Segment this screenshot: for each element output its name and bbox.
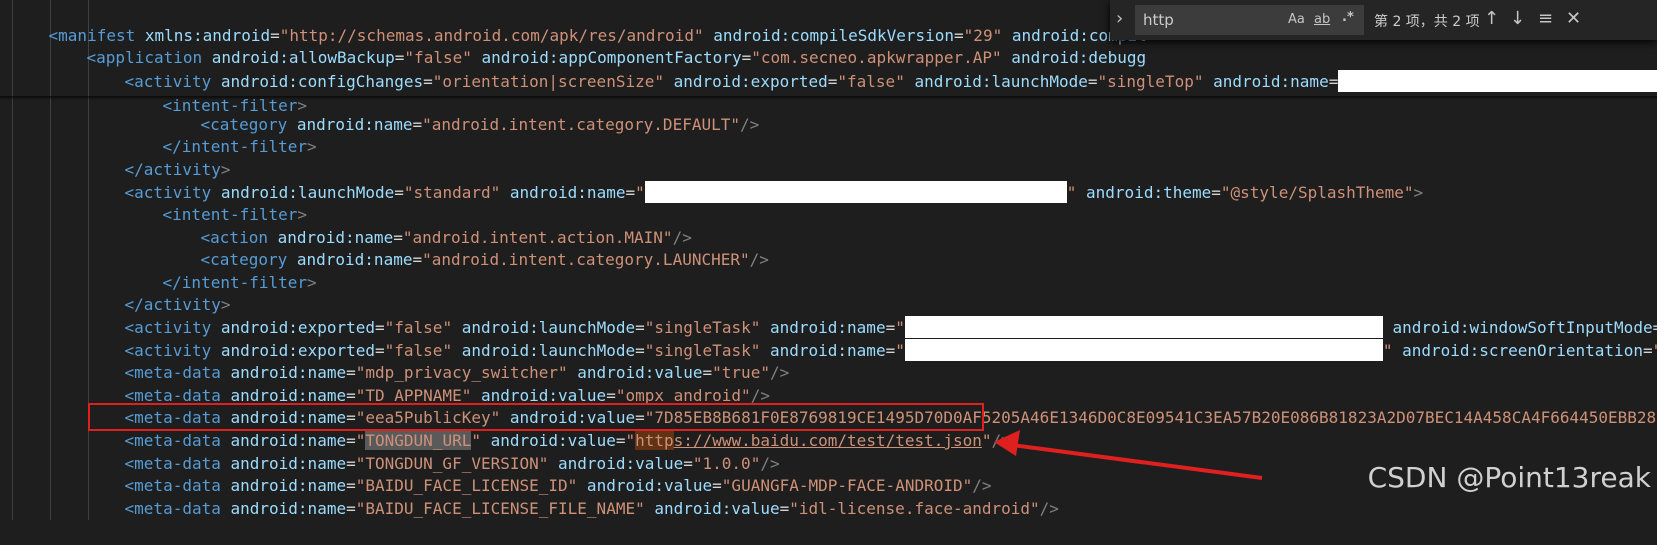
- code-line-10: <action android:name="android.intent.act…: [162, 202, 692, 247]
- token: "false": [837, 72, 905, 91]
- token: android:name: [500, 183, 626, 202]
- token: <meta-data: [124, 499, 221, 518]
- code-line-3: <activity android:configChanges="orienta…: [86, 46, 1657, 92]
- toggle-replace-chevron-icon[interactable]: ›: [1116, 8, 1123, 29]
- token: ": [1382, 341, 1393, 360]
- token: android:name: [1203, 72, 1329, 91]
- code-line-21: <meta-data android:name="BAIDU_FACE_LICE…: [86, 450, 992, 495]
- token: />: [1039, 499, 1059, 518]
- code-line-8: <activity android:launchMode="standard" …: [86, 157, 1423, 203]
- token: ": [1653, 341, 1657, 360]
- token: =: [1642, 341, 1653, 360]
- token: =: [412, 250, 423, 269]
- close-icon[interactable]: ✕: [1566, 8, 1581, 29]
- token: />: [769, 363, 790, 382]
- find-input-value: http: [1143, 11, 1174, 29]
- next-match-icon[interactable]: ↓: [1510, 8, 1525, 29]
- token: />: [749, 250, 769, 269]
- token: "android.intent.category.LAUNCHER": [422, 250, 750, 269]
- match-count: 第 2 项，共 2 项: [1374, 14, 1480, 30]
- token: android:screenOrientation: [1392, 341, 1643, 360]
- find-widget: › http Aa ab .* 第 2 项，共 2 项 ↑ ↓ ≡ ✕: [1110, 0, 1657, 40]
- token: =: [885, 341, 896, 360]
- redaction-box: [1338, 70, 1657, 92]
- token: android:name: [220, 499, 347, 518]
- watermark: CSDN @Point13reak: [1367, 461, 1651, 494]
- code-line-15: <activity android:exported="false" andro…: [86, 315, 1657, 361]
- code-line-20: <meta-data android:name="TONGDUN_GF_VERS…: [86, 428, 780, 473]
- annotation-arrow-icon: [994, 430, 1263, 480]
- token: "singleTop": [1097, 72, 1204, 91]
- token: "android.intent.category.DEFAULT": [422, 115, 740, 134]
- code-line-17: <meta-data android:name="TD_APPNAME" and…: [86, 360, 770, 405]
- token: android:theme: [1076, 183, 1212, 202]
- token: =: [779, 499, 790, 518]
- token: =: [625, 183, 636, 202]
- token: "idl-license.face-android": [789, 499, 1040, 518]
- token: ": [635, 183, 645, 202]
- code-line-9: <intent-filter>: [124, 179, 308, 224]
- regex-icon[interactable]: .*: [1342, 10, 1354, 25]
- token: />: [740, 115, 760, 134]
- annotation-highlight-box: [88, 403, 984, 431]
- find-input[interactable]: http Aa ab .*: [1135, 5, 1364, 35]
- token: >: [307, 273, 317, 292]
- code-editor[interactable]: <manifest xmlns:android="http://schemas.…: [0, 0, 1657, 520]
- code-line-7: </activity>: [86, 134, 231, 179]
- code-line-22: <meta-data android:name="BAIDU_FACE_LICE…: [86, 473, 1059, 518]
- token: =: [1211, 183, 1221, 202]
- token: =: [1328, 72, 1339, 91]
- code-line-13: </activity>: [86, 269, 231, 314]
- token: "@style/SplashTheme": [1220, 183, 1414, 202]
- token: "standard": [403, 183, 501, 202]
- find-in-selection-icon[interactable]: ≡: [1538, 8, 1553, 29]
- match-whole-word-icon[interactable]: ab: [1314, 12, 1330, 27]
- token: >: [307, 137, 317, 156]
- code-line-16: <meta-data android:name="mdp_privacy_swi…: [86, 337, 790, 382]
- token: "BAIDU_FACE_LICENSE_FILE_NAME": [355, 499, 645, 518]
- indent-guide: [12, 0, 13, 520]
- token: =: [394, 183, 404, 202]
- code-line-11: <category android:name="android.intent.c…: [162, 224, 769, 269]
- match-case-icon[interactable]: Aa: [1288, 12, 1305, 27]
- code-line-12: </intent-filter>: [124, 247, 317, 292]
- redaction-box: [644, 181, 1067, 203]
- code-line-2: <application android:allowBackup="false"…: [48, 22, 1147, 67]
- token: >: [1413, 183, 1424, 202]
- code-line-14: <activity android:exported="false" andro…: [86, 292, 1657, 338]
- token: android:launchMode: [904, 72, 1088, 91]
- token: ": [1066, 183, 1077, 202]
- token: ": [895, 341, 905, 360]
- previous-match-icon[interactable]: ↑: [1484, 8, 1499, 29]
- code-line-6: </intent-filter>: [124, 111, 317, 156]
- token: =: [346, 499, 356, 518]
- token: =: [412, 115, 423, 134]
- redaction-box: [904, 339, 1383, 361]
- code-line-1: <manifest xmlns:android="http://schemas.…: [10, 0, 1147, 45]
- code-line-5: <category android:name="android.intent.c…: [162, 89, 760, 134]
- token: =: [1087, 72, 1098, 91]
- token: android:value: [644, 499, 780, 518]
- token: =: [827, 72, 838, 91]
